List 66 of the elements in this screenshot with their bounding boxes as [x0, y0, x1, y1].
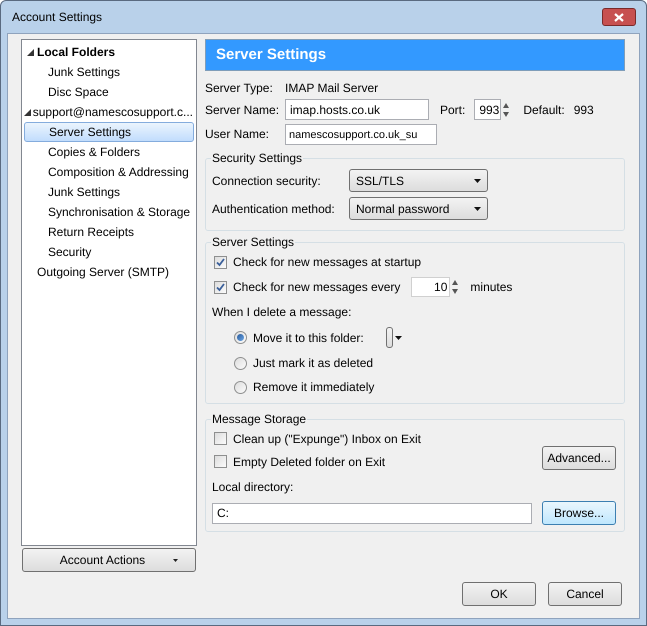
tree-item[interactable]: Junk Settings — [47, 62, 122, 82]
checkbox-label: Empty Deleted folder on Exit — [233, 454, 386, 470]
tree-item[interactable]: Synchronisation & Storage — [47, 202, 192, 222]
checkbox-label: Check for new messages at startup — [233, 254, 422, 271]
cancel-button[interactable]: Cancel — [548, 582, 622, 606]
field-label: When I delete a message: — [212, 304, 352, 321]
field-label: Connection security: — [212, 172, 322, 190]
radio-button[interactable] — [234, 331, 247, 344]
section-header: Server Settings — [205, 39, 625, 71]
tree-item[interactable]: Server Settings — [24, 122, 194, 142]
expanded-arrow-icon[interactable] — [26, 48, 34, 56]
checkbox[interactable] — [214, 455, 227, 468]
tree-item[interactable]: Copies & Folders — [47, 142, 142, 162]
default-port-value: 993 — [574, 102, 594, 118]
advanced-button[interactable]: Advanced... — [542, 446, 616, 470]
group-title: Message Storage — [211, 411, 308, 428]
tree-item[interactable]: Local Folders — [36, 42, 116, 62]
group-title: Server Settings — [211, 234, 296, 251]
radio-label: Move it to this folder: — [253, 330, 364, 346]
expanded-arrow-icon[interactable] — [24, 108, 32, 116]
field-label: Authentication method: — [212, 200, 336, 218]
dropdown-arrow-icon — [474, 206, 481, 210]
account-actions-button[interactable]: Account Actions — [22, 548, 196, 572]
authentication-dropdown[interactable]: Normal password — [349, 197, 488, 220]
radio-button[interactable] — [234, 380, 247, 394]
tree-item[interactable]: Return Receipts — [47, 222, 136, 242]
field-label: Server Type: — [205, 80, 274, 97]
default-label: Default: — [523, 102, 565, 118]
radio-button[interactable] — [234, 356, 247, 370]
window-title: Account Settings — [12, 9, 102, 26]
unit-label: minutes — [470, 279, 512, 296]
dropdown-arrow-icon — [474, 178, 481, 182]
checkbox[interactable] — [214, 280, 227, 294]
connection-security-dropdown[interactable]: SSL/TLS — [349, 169, 488, 192]
close-button[interactable] — [602, 8, 636, 26]
user-name-field[interactable]: namescosupport.co.uk_su — [285, 124, 437, 145]
browse-button[interactable]: Browse... — [542, 501, 616, 525]
checkbox-label: Clean up ("Expunge") Inbox on Exit — [233, 430, 421, 448]
server-name-field[interactable]: imap.hosts.co.uk — [285, 99, 429, 120]
close-icon — [614, 12, 624, 22]
field-label: Server Name: — [205, 102, 280, 118]
spinner-arrows-icon[interactable] — [450, 278, 460, 296]
local-directory-field[interactable]: C: — [212, 502, 532, 524]
checkbox[interactable] — [214, 256, 227, 268]
tree-item[interactable]: Outgoing Server (SMTP) — [36, 262, 170, 282]
port-label: Port: — [440, 102, 466, 118]
port-field[interactable]: 993 — [474, 99, 502, 120]
group-title: Security Settings — [211, 150, 304, 167]
ok-button[interactable]: OK — [462, 582, 536, 606]
server-type-value: IMAP Mail Server — [285, 80, 380, 97]
tree-item[interactable]: Security — [47, 242, 92, 262]
radio-label: Remove it immediately — [253, 379, 374, 396]
caret-icon — [173, 558, 178, 562]
folder-picker[interactable] — [386, 327, 402, 348]
spinner-arrows-icon[interactable] — [501, 100, 512, 118]
dropdown-arrow-icon — [394, 336, 402, 340]
tree-item[interactable]: Junk Settings — [47, 182, 122, 202]
field-label: User Name: — [205, 126, 270, 142]
radio-label: Just mark it as deleted — [253, 355, 374, 372]
tree-item[interactable]: Disc Space — [47, 82, 110, 102]
interval-field[interactable]: 10 — [411, 277, 450, 297]
checkbox[interactable] — [214, 432, 227, 445]
checkbox-label: Check for new messages every — [233, 279, 400, 296]
field-label: Local directory: — [212, 479, 294, 496]
tree-item[interactable]: Composition & Addressing — [47, 162, 190, 182]
tree-item[interactable]: support@namescosupport.c... — [32, 102, 194, 122]
